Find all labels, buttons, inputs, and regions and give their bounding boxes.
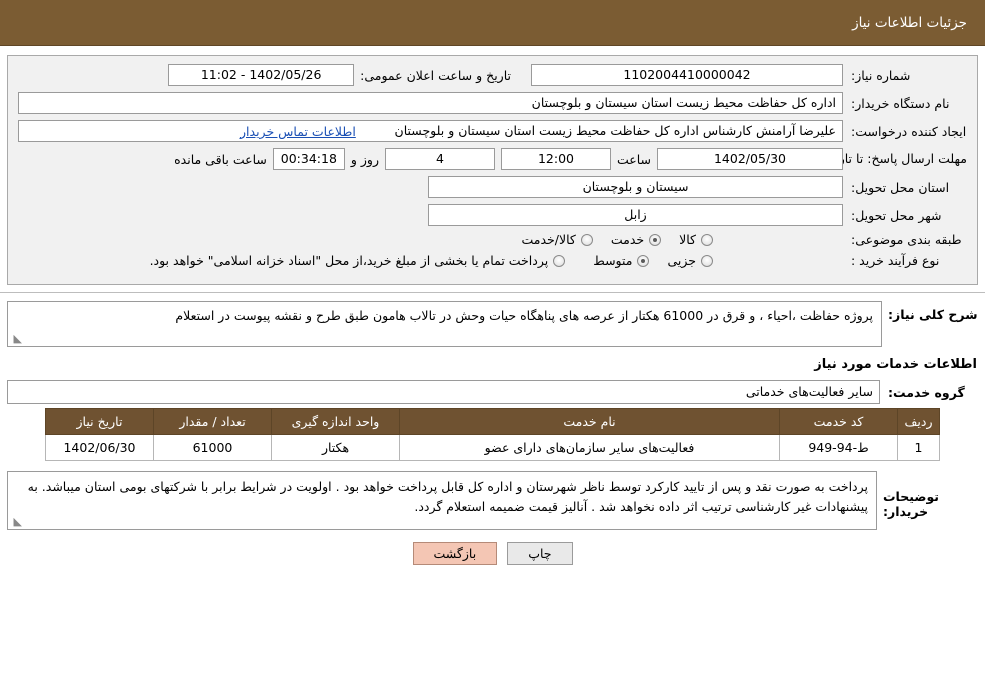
category-option-label: کالا/خدمت [521,232,576,247]
row-buyer-org: نام دستگاه خریدار: اداره کل حفاظت محیط ز… [18,92,967,114]
cell-name: فعالیت‌های سایر سازمان‌های دارای عضو [399,434,780,461]
process-option-jozei[interactable]: جزیی [667,253,713,268]
row-deadline: مهلت ارسال پاسخ: تا تاریخ: 1402/05/30 سا… [18,148,967,170]
table-row: 1 ط-94-949 فعالیت‌های سایر سازمان‌های دا… [45,434,940,461]
services-table: ردیف کد خدمت نام خدمت واحد اندازه گیری ت… [45,408,940,461]
buyer-notes-label: توضیحات خریدار: [883,489,939,519]
cell-unit: هکتار [271,434,400,461]
radio-icon[interactable] [580,233,593,246]
requester-label: ایجاد کننده درخواست: [851,123,967,139]
footer-buttons: چاپ بازگشت [0,542,985,565]
need-number-value: 1102004410000042 [531,64,843,86]
col-date: تاریخ نیاز [45,408,154,435]
radio-icon[interactable] [701,233,713,246]
col-qty: تعداد / مقدار [153,408,272,435]
payment-note-checkbox[interactable]: پرداخت تمام یا بخشی از مبلغ خرید،از محل … [150,253,566,268]
category-label: طبقه بندی موضوعی: [851,232,962,247]
services-table-header-row: ردیف کد خدمت نام خدمت واحد اندازه گیری ت… [45,408,940,435]
row-province: استان محل تحویل: سیستان و بلوچستان [18,176,967,198]
announce-datetime-label: تاریخ و ساعت اعلان عمومی: [360,67,511,83]
page-root: AriaTender.net جزئیات اطلاعات نیاز شماره… [0,0,985,691]
summary-text-box: پروژه حفاظت ،احیاء ، و قرق در 61000 هکتا… [7,301,882,347]
need-number-label: شماره نیاز: [851,67,911,83]
service-group-label: گروه خدمت: [888,384,965,400]
cell-index: 1 [897,434,940,461]
countdown-label: ساعت باقی مانده [174,151,267,167]
countdown-value: 00:34:18 [272,148,345,170]
days-label: روز و [350,151,379,167]
section-divider [0,292,985,293]
summary-label: شرح کلی نیاز: [888,307,978,322]
buyer-org-value: اداره کل حفاظت محیط زیست استان سیستان و … [18,92,843,114]
service-group-value: سایر فعالیت‌های خدماتی [7,380,880,404]
row-category: طبقه بندی موضوعی: کالا خدمت کالا/خدمت [18,232,967,247]
category-option-label: کالا [679,232,696,247]
buyer-contact-link[interactable]: اطلاعات تماس خریدار [240,124,356,139]
services-section-title: اطلاعات خدمات مورد نیاز [814,357,977,372]
col-code: کد خدمت [779,408,898,435]
city-value: زابل [428,204,843,226]
col-index: ردیف [897,408,940,435]
need-details-panel: شماره نیاز: 1102004410000042 تاریخ و ساع… [7,55,978,285]
back-button[interactable]: بازگشت [412,542,498,565]
buyer-notes-row: توضیحات خریدار: پرداخت به صورت نقد و پس … [7,471,978,530]
cell-qty: 61000 [153,434,272,461]
category-option-khedmat[interactable]: خدمت [610,232,662,247]
process-label: نوع فرآیند خرید : [851,253,940,268]
page-header: جزئیات اطلاعات نیاز [0,0,985,46]
summary-text: پروژه حفاظت ،احیاء ، و قرق در 61000 هکتا… [175,308,873,323]
category-option-label: خدمت [610,232,645,247]
payment-note-text: پرداخت تمام یا بخشی از مبلغ خرید،از محل … [149,253,549,268]
row-process-type: نوع فرآیند خرید : جزیی متوسط پرداخت تمام… [18,253,967,268]
province-label: استان محل تحویل: [851,179,950,195]
city-label: شهر محل تحویل: [851,207,942,223]
print-button[interactable]: چاپ [507,542,573,565]
deadline-time-value: 12:00 [500,148,611,170]
buyer-org-label: نام دستگاه خریدار: [851,95,950,111]
cell-code: ط-94-949 [779,434,898,461]
buyer-notes-box: پرداخت به صورت نقد و پس از تایید کارکرد … [7,471,877,530]
category-radio-group: کالا خدمت کالا/خدمت [521,232,713,247]
resize-grip-icon[interactable]: ◣ [10,516,22,528]
buyer-notes-text: پرداخت به صورت نقد و پس از تایید کارکرد … [27,479,868,514]
deadline-label: مهلت ارسال پاسخ: تا تاریخ: [822,151,967,167]
category-option-kala-khedmat[interactable]: کالا/خدمت [521,232,593,247]
requester-value-field: علیرضا آرامنش کارشناس اداره کل حفاظت محی… [18,120,843,142]
radio-icon[interactable] [701,254,713,267]
process-option-label: متوسط [593,253,633,268]
resize-grip-icon[interactable]: ◣ [10,333,22,345]
days-remaining-value: 4 [384,148,495,170]
cell-date: 1402/06/30 [45,434,154,461]
col-unit: واحد اندازه گیری [271,408,400,435]
page-title: جزئیات اطلاعات نیاز [852,14,967,31]
hour-label: ساعت [616,151,651,167]
process-option-motevaset[interactable]: متوسط [593,253,650,268]
process-radio-group: جزیی متوسط پرداخت تمام یا بخشی از مبلغ خ… [150,253,713,268]
service-group-row: گروه خدمت: سایر فعالیت‌های خدماتی [7,380,978,404]
category-option-kala[interactable]: کالا [679,232,713,247]
radio-icon[interactable] [553,254,566,267]
province-value: سیستان و بلوچستان [428,176,843,198]
process-option-label: جزیی [667,253,696,268]
radio-icon[interactable] [649,233,662,246]
deadline-date-value: 1402/05/30 [657,148,843,170]
row-city: شهر محل تحویل: زابل [18,204,967,226]
row-requester: ایجاد کننده درخواست: علیرضا آرامنش کارشن… [18,120,967,142]
requester-value: علیرضا آرامنش کارشناس اداره کل حفاظت محی… [394,123,836,138]
radio-icon[interactable] [637,254,650,267]
announce-datetime-value: 1402/05/26 - 11:02 [168,64,355,86]
summary-row: شرح کلی نیاز: پروژه حفاظت ،احیاء ، و قرق… [7,301,978,347]
col-name: نام خدمت [399,408,780,435]
row-need-number: شماره نیاز: 1102004410000042 تاریخ و ساع… [18,64,967,86]
